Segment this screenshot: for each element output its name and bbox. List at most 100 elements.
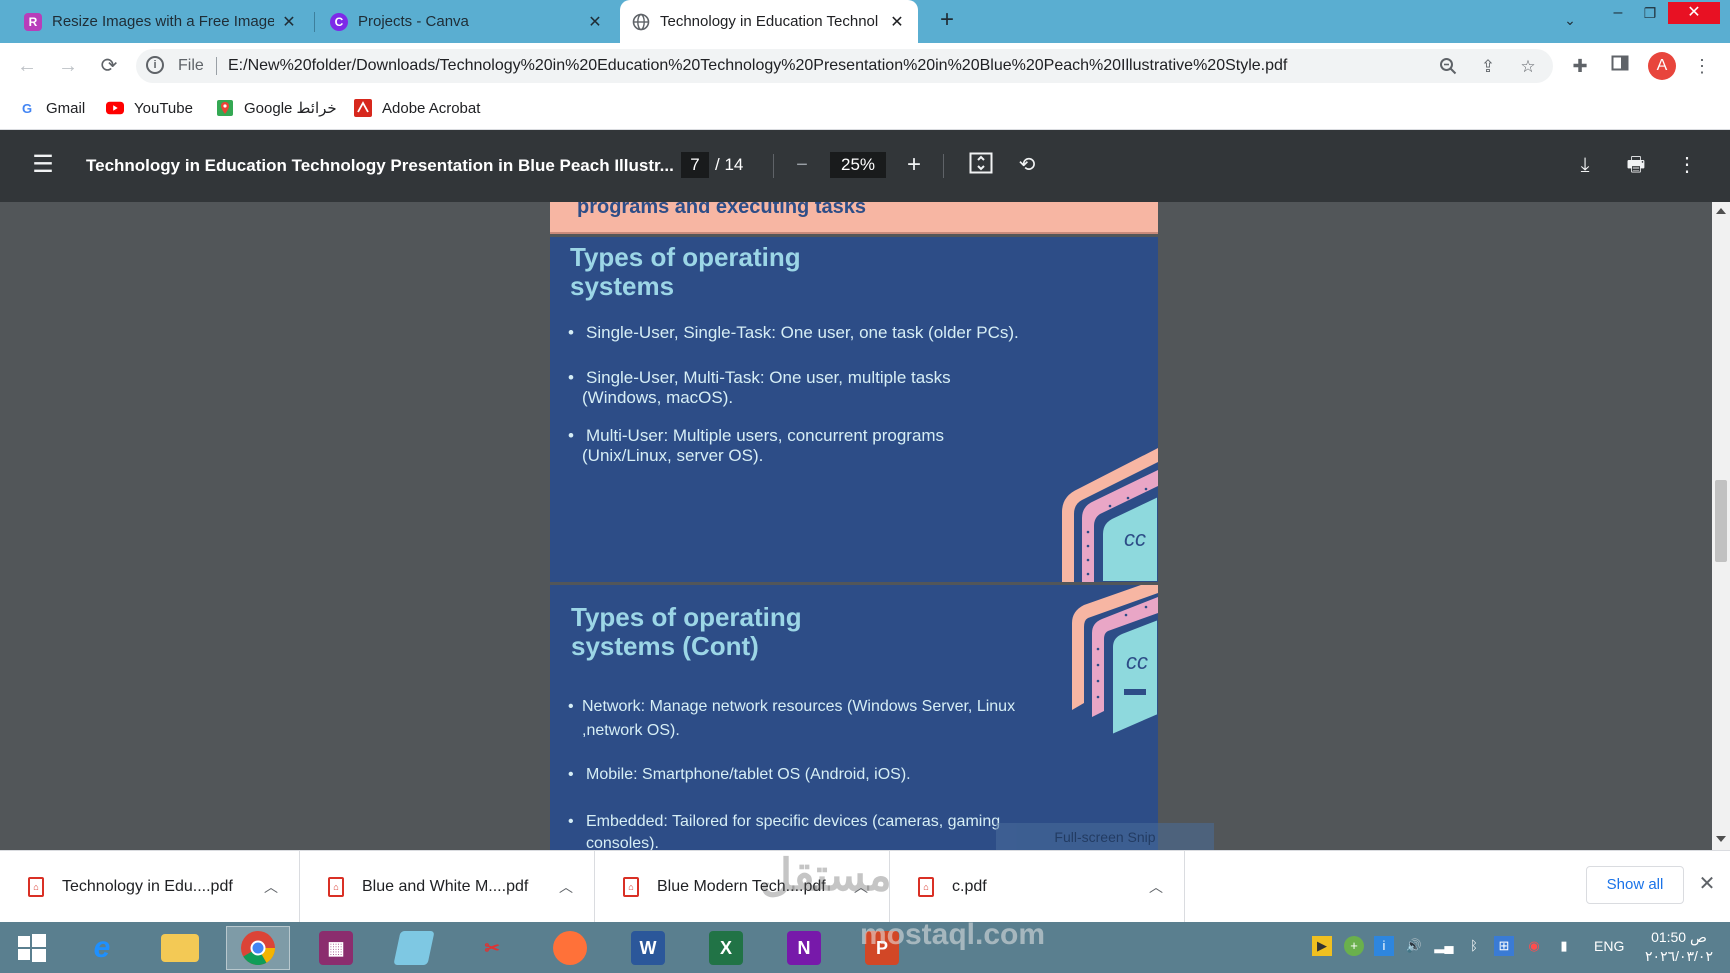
watermark: مستقل	[760, 851, 892, 900]
download-item[interactable]: ⌂ Technology in Edu....pdf ︿	[0, 851, 300, 922]
back-icon[interactable]: ←	[13, 52, 41, 80]
pdf-toolbar: ☰ Technology in Education Technology Pre…	[0, 130, 1730, 202]
forward-icon[interactable]: →	[54, 52, 82, 80]
close-window-button[interactable]: ✕	[1668, 2, 1720, 24]
viewer-scrollbar[interactable]	[1712, 202, 1730, 850]
tab-title: Resize Images with a Free Image	[52, 13, 274, 30]
zoom-search-icon[interactable]	[1438, 57, 1458, 77]
close-icon[interactable]: ✕	[280, 12, 298, 32]
taskbar-winrar[interactable]: ▦	[304, 926, 368, 970]
start-button[interactable]	[0, 926, 64, 970]
taskbar-onenote[interactable]: N	[772, 926, 836, 970]
scroll-down-arrow-icon[interactable]	[1716, 836, 1726, 842]
taskbar-word[interactable]: W	[616, 926, 680, 970]
scroll-up-arrow-icon[interactable]	[1716, 208, 1726, 214]
zoom-in-icon[interactable]: +	[901, 152, 927, 178]
url-text[interactable]: E:/New%20folder/Downloads/Technology%20i…	[228, 57, 1287, 75]
scroll-thumb[interactable]	[1715, 480, 1727, 562]
info-icon[interactable]: i	[146, 56, 164, 74]
input-language[interactable]: ENG	[1594, 938, 1624, 954]
address-divider	[216, 57, 217, 75]
scissors-icon: ✂	[484, 937, 500, 958]
close-icon[interactable]: ✕	[1696, 873, 1718, 895]
taskbar-internet-explorer[interactable]: e	[70, 926, 134, 970]
restore-button[interactable]: ❐	[1628, 2, 1672, 24]
show-all-button[interactable]: Show all	[1586, 866, 1684, 904]
download-filename: Technology in Edu....pdf	[62, 877, 233, 895]
chrome-icon	[241, 931, 275, 965]
svg-text:cc: cc	[1124, 526, 1146, 551]
taskbar-file-explorer[interactable]	[148, 926, 212, 970]
antivirus-icon[interactable]: ◉	[1524, 936, 1544, 956]
download-item[interactable]: ⌂ Blue and White M....pdf ︿	[300, 851, 595, 922]
download-icon[interactable]: ⤓	[1572, 152, 1598, 178]
rotate-icon[interactable]: ⟲	[1014, 152, 1040, 178]
new-tab-button[interactable]: +	[924, 8, 970, 32]
pdf-viewer[interactable]: programs and executing tasks Types of op…	[0, 202, 1712, 850]
profile-avatar[interactable]: A	[1648, 52, 1676, 80]
volume-icon[interactable]: 🔊	[1404, 936, 1424, 956]
download-filename: c.pdf	[952, 877, 987, 895]
address-bar[interactable]: i File E:/New%20folder/Downloads/Technol…	[136, 49, 1553, 83]
pdf-file-icon: ⌂	[918, 876, 934, 897]
page-number-input[interactable]: 7	[681, 152, 709, 178]
menu-kebab-icon[interactable]: ⋮	[1690, 54, 1714, 78]
acrobat-icon	[354, 99, 372, 117]
tab-title: Projects - Canva	[358, 13, 469, 30]
tab-canva-projects[interactable]: C Projects - Canva ✕	[318, 0, 616, 43]
zoom-out-icon[interactable]: −	[789, 152, 815, 178]
tab-resize-images[interactable]: R Resize Images with a Free Image ✕	[12, 0, 310, 43]
bookmark-google-maps[interactable]: Google خرائط	[216, 99, 337, 117]
bookmark-adobe-acrobat[interactable]: Adobe Acrobat	[354, 99, 480, 117]
close-icon[interactable]: ✕	[586, 12, 604, 32]
toolbar-divider	[943, 154, 944, 178]
device-illustration-icon: cc	[1062, 448, 1158, 582]
bookmark-star-icon[interactable]: ☆	[1518, 57, 1538, 77]
taskbar-chrome[interactable]	[226, 926, 290, 970]
chevron-up-icon[interactable]: ︿	[261, 877, 281, 897]
taskbar-firefox[interactable]	[538, 926, 602, 970]
close-icon[interactable]: ✕	[888, 12, 906, 32]
tab-search-chevron-icon[interactable]: ⌄	[1548, 9, 1592, 31]
pdf-title: Technology in Education Technology Prese…	[86, 156, 674, 175]
bookmark-label: Adobe Acrobat	[382, 99, 481, 117]
reload-icon[interactable]: ⟳	[95, 52, 123, 80]
info-tray-icon[interactable]: i	[1374, 936, 1394, 956]
tab-divider	[314, 12, 315, 32]
taskbar-notepad[interactable]	[382, 926, 446, 970]
chevron-up-icon[interactable]: ︿	[556, 877, 576, 897]
hamburger-menu-icon[interactable]: ☰	[30, 152, 56, 178]
toolbar-divider	[773, 154, 774, 178]
watermark-url: mostaql.com	[860, 918, 1046, 951]
taskbar-snipping-tool[interactable]: ✂	[460, 926, 524, 970]
bluetooth-icon[interactable]: ᛒ	[1464, 936, 1484, 956]
download-item[interactable]: ⌂ c.pdf ︿	[890, 851, 1185, 922]
taskbar-clock[interactable]: 01:50 ص ٢٠٢٦/٠٣/٠٢	[1636, 928, 1722, 966]
fit-to-page-icon[interactable]	[968, 152, 994, 178]
print-icon[interactable]: 🖶	[1623, 152, 1649, 178]
list-item: Single-User, Multi-Task: One user, multi…	[566, 368, 1086, 408]
tab-strip: R Resize Images with a Free Image ✕ C Pr…	[0, 0, 1730, 43]
tab-technology-pdf[interactable]: Technology in Education Technol ✕	[620, 0, 918, 43]
snip-tooltip: Full-screen Snip	[996, 823, 1214, 851]
previous-slide-tail: programs and executing tasks	[550, 202, 1158, 234]
chevron-up-icon[interactable]: ︿	[1146, 877, 1166, 897]
extensions-puzzle-icon[interactable]: ✚	[1568, 54, 1592, 78]
side-panel-icon[interactable]	[1608, 54, 1632, 78]
taskbar-excel[interactable]: X	[694, 926, 758, 970]
signal-bars-icon[interactable]: ▂▄	[1434, 936, 1454, 956]
canva-favicon-icon: C	[330, 12, 348, 31]
more-options-icon[interactable]: ⋮	[1674, 152, 1700, 178]
bookmark-gmail[interactable]: G Gmail	[18, 99, 85, 117]
resize-favicon-icon: R	[24, 12, 42, 31]
word-icon: W	[631, 931, 665, 965]
bookmark-youtube[interactable]: YouTube	[106, 99, 193, 117]
clock-time: 01:50 ص	[1651, 929, 1707, 945]
slide-title: Types of operating systems	[570, 242, 801, 301]
plus-tray-icon[interactable]: +	[1344, 936, 1364, 956]
battery-icon[interactable]: ▮	[1554, 936, 1574, 956]
network-tray-icon[interactable]: ⊞	[1494, 936, 1514, 956]
zoom-level-input[interactable]: 25%	[830, 152, 886, 178]
media-player-tray-icon[interactable]: ▶	[1312, 936, 1332, 956]
share-icon[interactable]: ⇪	[1478, 57, 1498, 77]
